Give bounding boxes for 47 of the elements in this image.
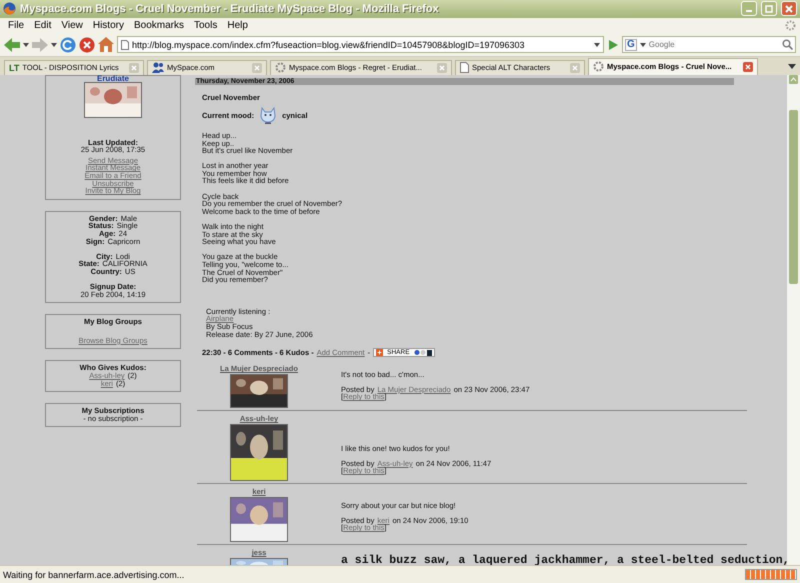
loading-icon xyxy=(275,62,286,74)
reload-icon[interactable] xyxy=(60,36,76,53)
dropdown-icon[interactable] xyxy=(640,42,646,47)
tab-close-icon[interactable] xyxy=(129,62,139,73)
dropdown-icon[interactable] xyxy=(594,42,600,47)
maximize-icon xyxy=(765,4,773,13)
plus-icon xyxy=(376,349,384,356)
search-icon[interactable] xyxy=(782,39,793,50)
maximize-button[interactable] xyxy=(761,1,777,16)
menu-item[interactable]: Help xyxy=(223,20,252,32)
progress-meter xyxy=(745,569,797,580)
share-services-icon xyxy=(414,349,432,356)
caret-icon[interactable] xyxy=(23,42,29,47)
cat-face-icon xyxy=(260,107,276,124)
page-icon xyxy=(460,62,469,74)
close-icon xyxy=(785,4,793,13)
status-text: Waiting for bannerfarm.ace.advertising.com... xyxy=(3,570,186,580)
go-arrow-icon[interactable] xyxy=(607,38,619,51)
home-icon[interactable] xyxy=(98,37,114,52)
tab-logo: LT xyxy=(9,62,20,73)
minimize-button[interactable] xyxy=(741,1,757,16)
menu-item[interactable]: Tools xyxy=(190,20,222,32)
tab-close-icon[interactable] xyxy=(252,62,262,73)
search-field[interactable]: G Google xyxy=(622,36,796,54)
address-bar[interactable]: http://blog.myspace.com/index.cfm?fuseaction=blog.view&friendID=10457908&blogID=197096303 xyxy=(117,36,604,54)
menu-item[interactable]: View xyxy=(57,20,87,32)
menu-item[interactable]: Edit xyxy=(30,20,56,32)
scroll-thumb[interactable] xyxy=(789,110,798,284)
page-icon xyxy=(121,40,129,50)
close-button[interactable] xyxy=(781,1,797,16)
profile-name-link[interactable]: Erudiate xyxy=(96,74,129,82)
menu-item[interactable]: History xyxy=(88,20,128,32)
scrollbar[interactable] xyxy=(787,74,800,566)
throbber-icon xyxy=(785,20,796,32)
stop-icon[interactable] xyxy=(79,36,95,53)
tab-list-icon[interactable] xyxy=(788,64,796,69)
people-icon xyxy=(152,62,164,74)
firefox-icon xyxy=(3,2,16,16)
search-engine-logo[interactable]: G xyxy=(625,38,637,51)
menu-item[interactable]: File xyxy=(4,20,28,32)
window-title: Myspace.com Blogs - Cruel November - Erudiate MySpace Blog - Mozilla Firefox xyxy=(20,2,440,15)
loading-icon xyxy=(593,61,604,72)
menu-item[interactable]: Bookmarks xyxy=(130,20,188,32)
tab-close-icon[interactable] xyxy=(570,62,580,73)
tab-close-icon[interactable] xyxy=(437,62,447,73)
tab-close-icon[interactable] xyxy=(743,62,753,72)
caret-icon[interactable] xyxy=(51,42,57,47)
